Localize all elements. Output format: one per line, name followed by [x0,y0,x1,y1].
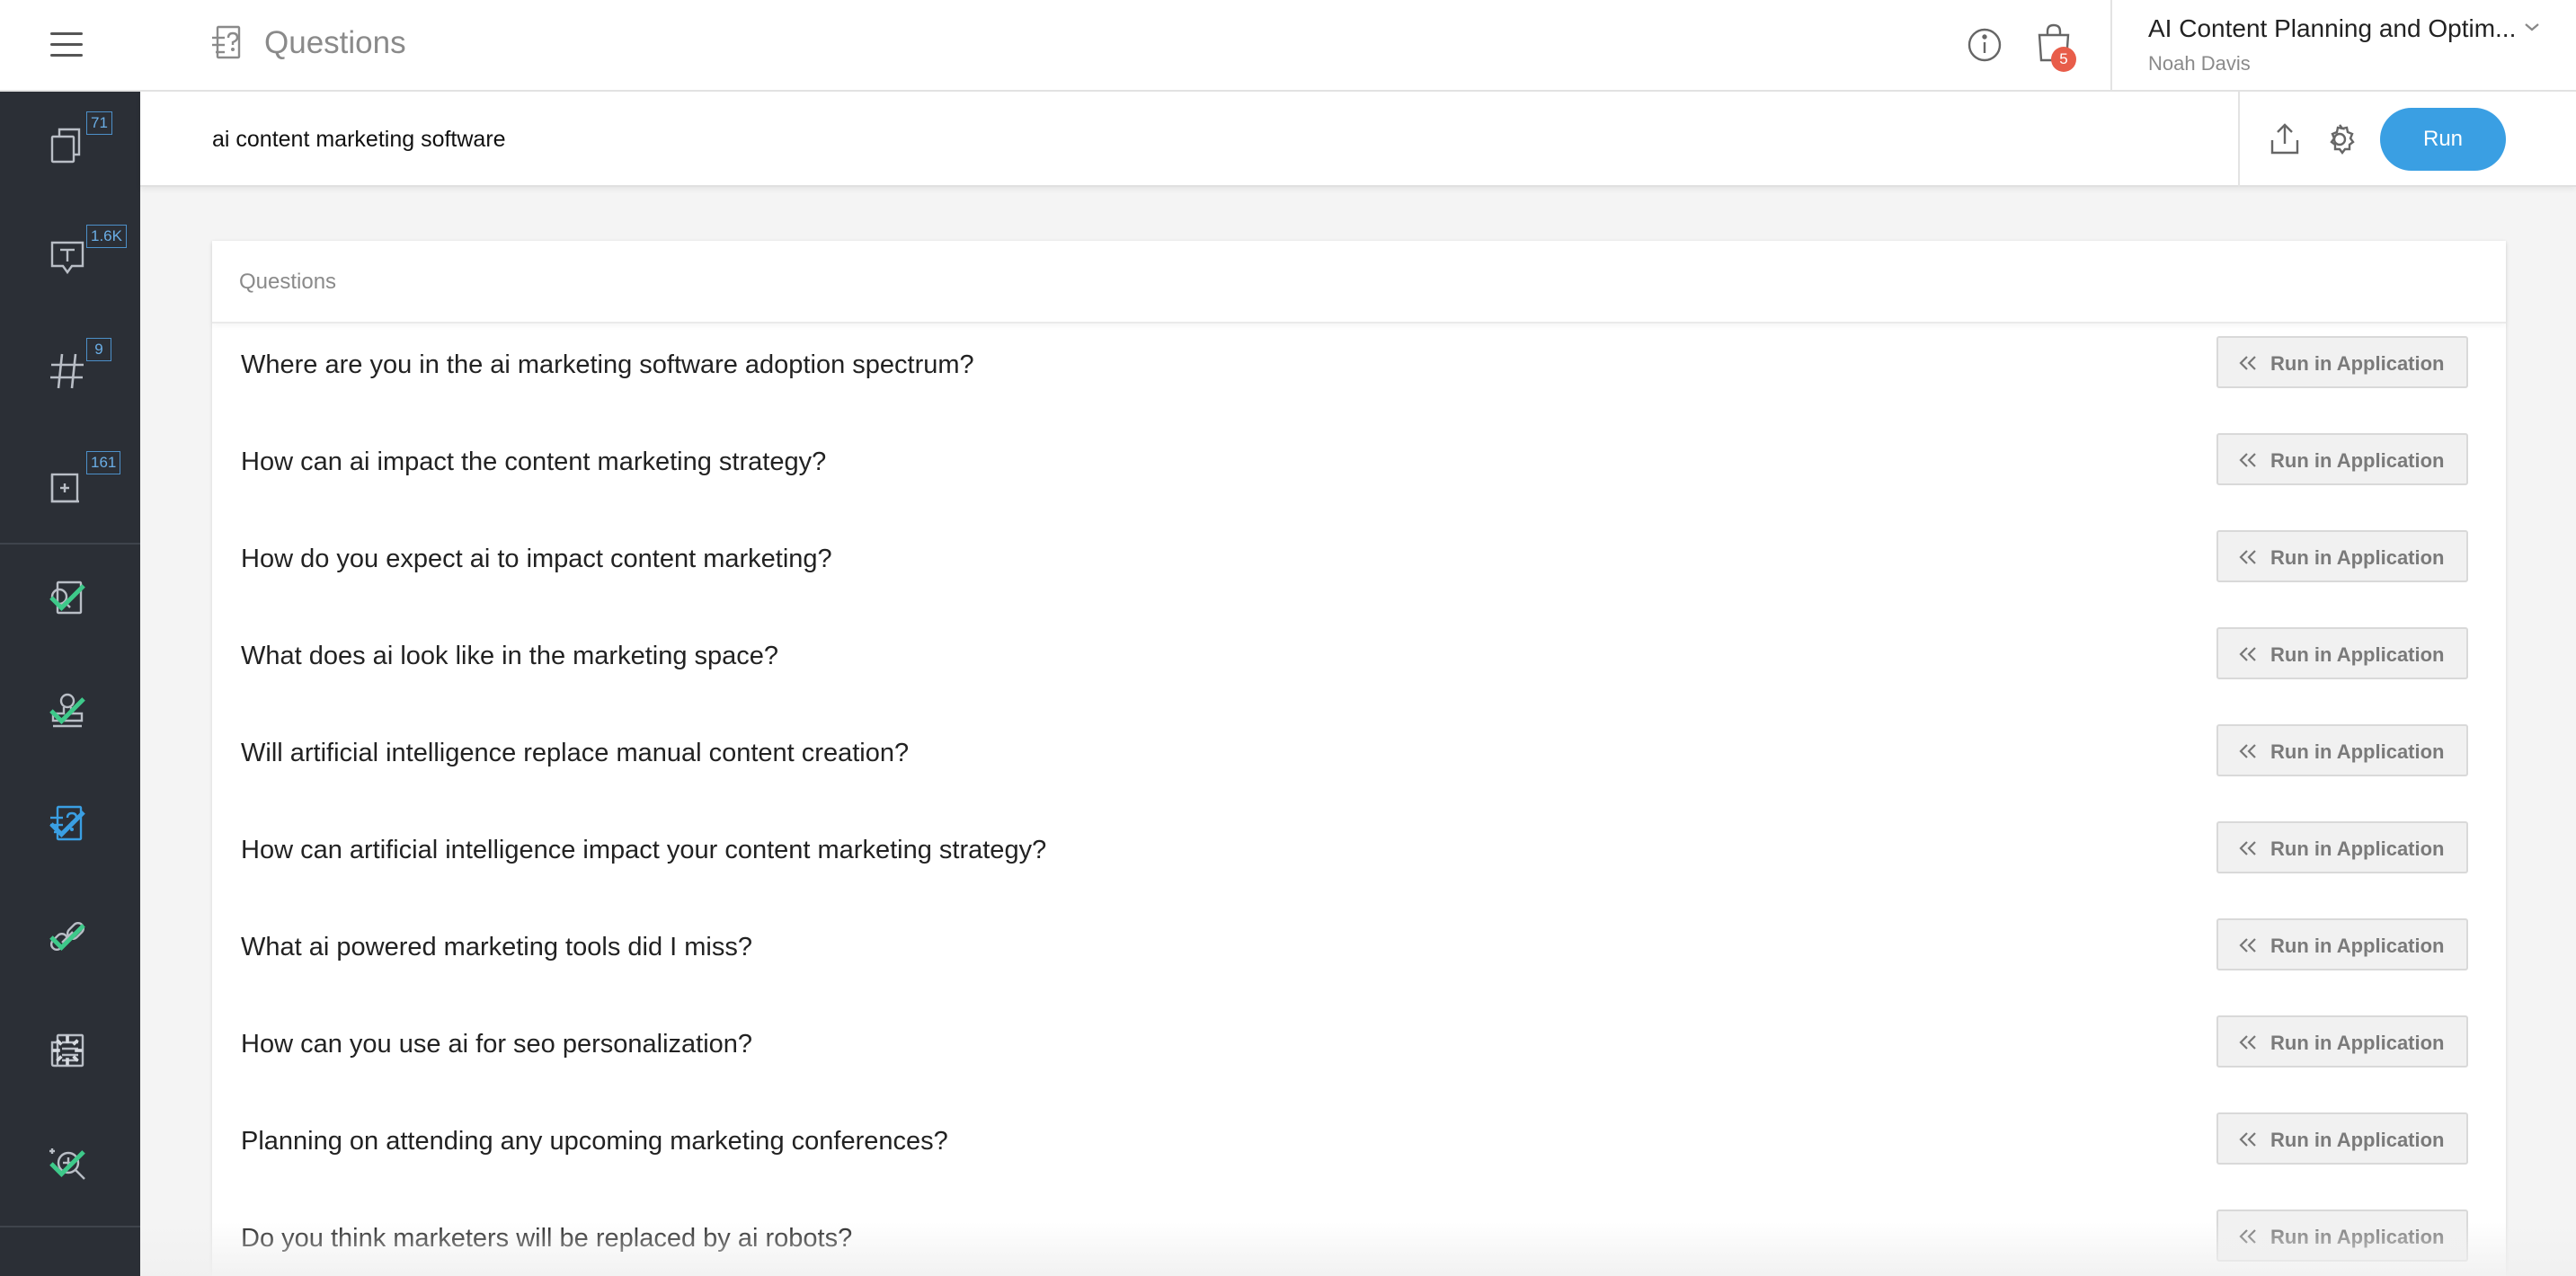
user-name: Noah Davis [2148,52,2251,75]
copy-icon [50,128,81,164]
double-chevron-left-icon [2239,1229,2256,1244]
info-icon[interactable] [1967,27,2003,63]
run-in-application-label: Run in Application [2270,1226,2445,1248]
run-button[interactable]: Run [2380,108,2506,171]
double-chevron-left-icon [2239,841,2256,855]
sidebar-item-news[interactable] [0,997,140,1111]
sidebar-item-questions[interactable] [0,771,140,884]
sidebar-item-add[interactable]: 161 [0,431,140,545]
run-in-application-label: Run in Application [2270,643,2445,666]
menu-icon[interactable] [50,31,86,59]
double-chevron-left-icon [2239,744,2256,758]
cart-count-badge: 5 [2051,47,2076,72]
sidebar-item-hashtags[interactable]: 9 [0,318,140,431]
question-row: Where are you in the ai marketing softwa… [212,323,2506,421]
run-in-application-label: Run in Application [2270,352,2445,375]
loading-icon [52,1035,83,1066]
project-name: AI Content Planning and Optim... [2148,14,2517,42]
run-in-application-label: Run in Application [2270,935,2445,957]
run-in-application-label: Run in Application [2270,837,2445,860]
sidebar-item-analysis[interactable] [0,1111,140,1224]
upload-icon[interactable] [2269,122,2301,156]
double-chevron-left-icon [2239,453,2256,467]
sidebar-badge: 71 [86,111,112,135]
run-in-application-button[interactable]: Run in Application [2216,918,2468,970]
double-chevron-left-icon [2239,1132,2256,1147]
sidebar-item-links[interactable] [0,884,140,997]
divider [2238,92,2240,187]
run-in-application-button[interactable]: Run in Application [2216,433,2468,485]
check-icon [49,924,85,951]
question-row: How do you expect ai to impact content m… [212,518,2506,615]
check-icon [49,811,85,837]
run-in-application-label: Run in Application [2270,1032,2445,1054]
question-text: Will artificial intelligence replace man… [241,739,910,767]
check-icon [49,1150,85,1177]
double-chevron-left-icon [2239,938,2256,953]
sidebar-divider [0,1226,140,1227]
chevron-down-icon[interactable] [2522,20,2542,34]
question-text: How can artificial intelligence impact y… [241,836,1047,864]
check-icon [49,697,85,724]
sidebar-item-research[interactable] [0,545,140,658]
run-in-application-label: Run in Application [2270,449,2445,472]
question-row: What ai powered marketing tools did I mi… [212,906,2506,1003]
question-text: Planning on attending any upcoming marke… [241,1127,948,1156]
run-in-application-button[interactable]: Run in Application [2216,336,2468,388]
sidebar-item-terms[interactable]: 1.6K [0,205,140,318]
text-bubble-icon [50,241,84,275]
run-in-application-button[interactable]: Run in Application [2216,627,2468,679]
keyword-input[interactable] [212,119,2279,160]
double-chevron-left-icon [2239,550,2256,564]
question-text: How do you expect ai to impact content m… [241,545,832,573]
sidebar-badge: 9 [86,338,111,361]
question-text: How can you use ai for seo personalizati… [241,1030,753,1059]
run-in-application-label: Run in Application [2270,740,2445,763]
double-chevron-left-icon [2239,1035,2256,1050]
check-icon [49,584,85,611]
questions-page-icon [212,25,241,59]
double-chevron-left-icon [2239,647,2256,661]
questions-card: Questions Where are you in the ai market… [212,241,2506,1276]
query-bar: Run [140,92,2576,187]
question-text: How can ai impact the content marketing … [241,447,827,476]
top-bar: Questions 5 AI Content Planning and Opti… [0,0,2576,92]
sidebar-item-pages[interactable]: 71 [0,92,140,205]
run-in-application-button[interactable]: Run in Application [2216,530,2468,582]
run-in-application-button[interactable]: Run in Application [2216,1015,2468,1068]
sidebar-badge: 161 [86,451,121,474]
run-in-application-button[interactable]: Run in Application [2216,724,2468,776]
question-text: What does ai look like in the marketing … [241,642,779,670]
gear-icon[interactable] [2323,122,2357,156]
question-row: How can artificial intelligence impact y… [212,809,2506,906]
question-row: How can you use ai for seo personalizati… [212,1003,2506,1100]
question-text: Do you think marketers will be replaced … [241,1224,853,1253]
divider [2110,0,2112,92]
double-chevron-left-icon [2239,356,2256,370]
run-in-application-button[interactable]: Run in Application [2216,1210,2468,1262]
project-selector[interactable]: AI Content Planning and Optim... Noah Da… [2148,14,2544,75]
sidebar-item-stamp[interactable] [0,658,140,771]
sidebar: 71 1.6K 9 161 [0,92,140,1276]
run-in-application-button[interactable]: Run in Application [2216,821,2468,873]
question-text: Where are you in the ai marketing softwa… [241,350,974,379]
sidebar-badge: 1.6K [86,225,127,248]
question-row: Planning on attending any upcoming marke… [212,1100,2506,1197]
card-header: Questions [212,241,2506,323]
question-row: What does ai look like in the marketing … [212,615,2506,712]
run-in-application-label: Run in Application [2270,546,2445,569]
question-row: Do you think marketers will be replaced … [212,1197,2506,1276]
add-square-icon [50,473,79,503]
hashtag-icon [50,353,84,389]
question-text: What ai powered marketing tools did I mi… [241,933,752,961]
page-title: Questions [264,25,406,60]
run-in-application-label: Run in Application [2270,1129,2445,1151]
question-row: Will artificial intelligence replace man… [212,712,2506,809]
run-in-application-button[interactable]: Run in Application [2216,1112,2468,1165]
question-row: How can ai impact the content marketing … [212,421,2506,518]
